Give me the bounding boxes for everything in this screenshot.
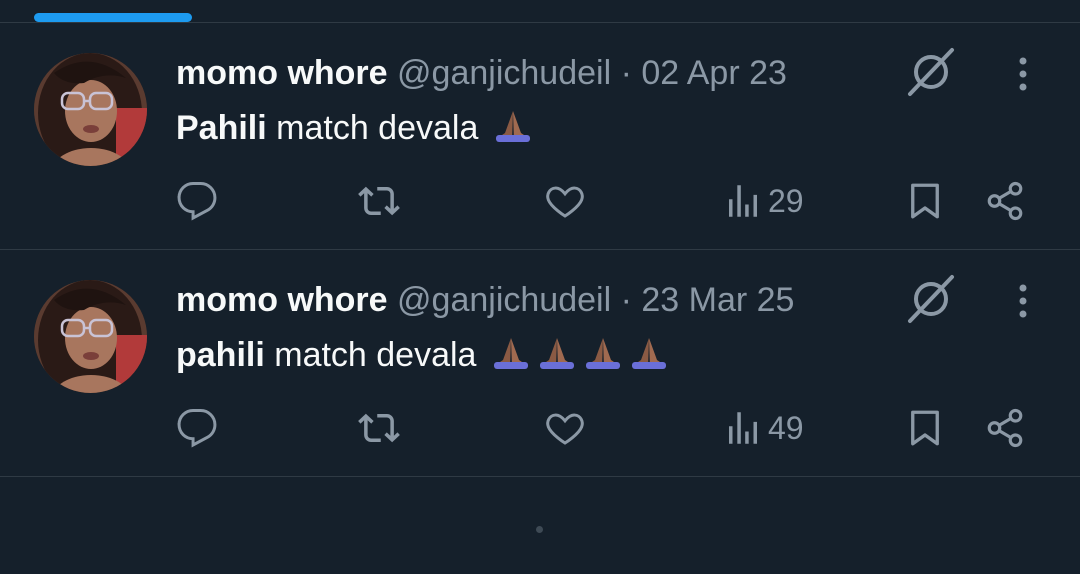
reply-icon (177, 409, 217, 448)
retweet-icon (358, 413, 400, 443)
tweet-actions: 49 (0, 400, 1080, 456)
tweet-header: momo whore @ganjichudeil · 02 Apr 23 (176, 52, 787, 94)
more-icon[interactable] (1008, 55, 1038, 93)
bookmark-button[interactable] (904, 179, 946, 223)
tweet-header: momo whore @ganjichudeil · 23 Mar 25 (176, 279, 794, 321)
bookmark-icon (911, 183, 939, 219)
tweet-date[interactable]: 23 Mar 25 (641, 281, 794, 319)
display-name[interactable]: momo whore (176, 54, 388, 92)
retweet-icon (358, 186, 400, 216)
grok-icon[interactable] (904, 47, 958, 97)
like-button[interactable] (544, 406, 586, 450)
like-icon (546, 186, 584, 218)
views-icon (729, 412, 757, 444)
like-icon (546, 413, 584, 445)
separator-dot: · (620, 281, 632, 319)
grok-icon[interactable] (904, 274, 958, 324)
views-button[interactable]: 29 (722, 179, 804, 223)
share-button[interactable] (984, 179, 1026, 223)
bookmark-icon (911, 410, 939, 446)
folded-hands-icon (536, 336, 578, 370)
tweet-text-bold: Pahili (176, 109, 267, 147)
reply-button[interactable] (176, 406, 218, 450)
folded-hands-icon (490, 336, 532, 370)
share-icon (987, 181, 1023, 221)
tweet-date[interactable]: 02 Apr 23 (641, 54, 787, 92)
tweet-text-bold: pahili (176, 336, 265, 374)
retweet-button[interactable] (358, 406, 400, 450)
active-tab-indicator (34, 13, 192, 22)
avatar[interactable] (34, 280, 147, 393)
retweet-button[interactable] (358, 179, 400, 223)
tweet-text-rest: match devala (266, 109, 479, 147)
views-button[interactable]: 49 (722, 406, 804, 450)
views-count: 49 (768, 409, 804, 446)
share-button[interactable] (984, 406, 1026, 450)
user-handle[interactable]: @ganjichudeil (397, 54, 611, 92)
reply-icon (177, 182, 217, 221)
divider (0, 476, 1080, 477)
reply-button[interactable] (176, 179, 218, 223)
display-name[interactable]: momo whore (176, 281, 388, 319)
more-icon[interactable] (1008, 282, 1038, 320)
avatar[interactable] (34, 53, 147, 166)
like-button[interactable] (544, 179, 586, 223)
tweet-text: pahili match devala (176, 334, 670, 376)
tweet-text-rest: match devala (264, 336, 477, 374)
tweet-actions: 29 (0, 173, 1080, 229)
tweet-text: Pahili match devala (176, 107, 534, 149)
share-icon (987, 408, 1023, 448)
views-icon (729, 185, 757, 217)
folded-hands-icon (628, 336, 670, 370)
folded-hands-icon (582, 336, 624, 370)
views-count: 29 (768, 182, 804, 219)
user-handle[interactable]: @ganjichudeil (397, 281, 611, 319)
tweet[interactable]: momo whore @ganjichudeil · 02 Apr 23 Pah… (0, 23, 1080, 249)
tweet[interactable]: momo whore @ganjichudeil · 23 Mar 25 pah… (0, 250, 1080, 476)
separator-dot: · (620, 54, 632, 92)
loading-dot (536, 526, 543, 533)
bookmark-button[interactable] (904, 406, 946, 450)
folded-hands-icon (492, 109, 534, 143)
